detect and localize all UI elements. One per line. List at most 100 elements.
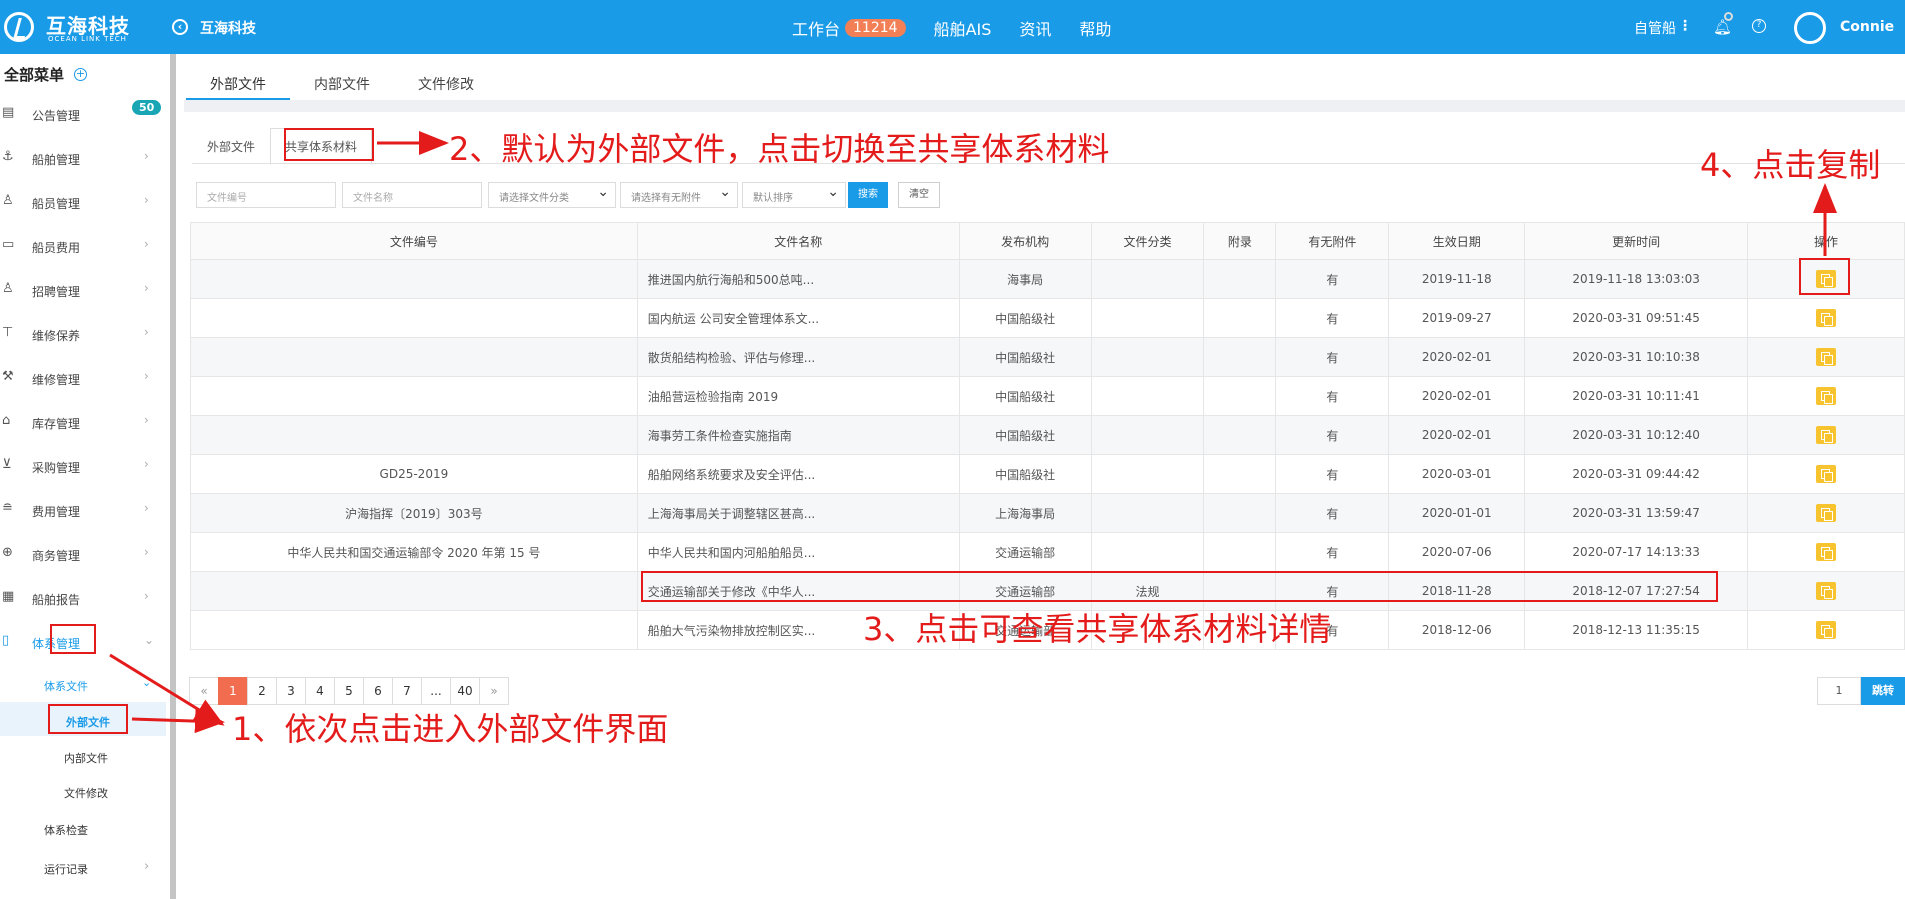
sidebar-sub-system-files[interactable]: 体系文件 (44, 678, 88, 694)
sidebar-sub-check[interactable]: 体系检查 (44, 822, 88, 838)
ship-scope-select[interactable]: 自管船 (1634, 18, 1676, 38)
anchor-icon: ⚓︎ (2, 149, 14, 164)
more-dots-icon[interactable]: ⋮ (1678, 18, 1692, 34)
sidebar-item-announcement[interactable]: ▤ 公告管理 (0, 102, 160, 126)
file-no-input[interactable]: 文件编号 (196, 182, 336, 208)
nav-workbench[interactable]: 工作台 11214 (792, 16, 906, 40)
user-name[interactable]: Connie (1840, 19, 1894, 35)
page-button[interactable]: 4 (305, 677, 335, 705)
page-jump-input[interactable]: 1 (1817, 677, 1861, 705)
nav-news[interactable]: 资讯 (1019, 16, 1051, 40)
tab-external[interactable]: 外部文件 (186, 64, 290, 100)
sidebar-item-ship[interactable]: ⚓︎ 船舶管理 › (0, 146, 160, 170)
next-page-button[interactable]: » (479, 677, 509, 705)
sidebar-sub-run-record[interactable]: 运行记录 (44, 861, 88, 877)
table-cell (1747, 571, 1905, 611)
tab-revision[interactable]: 文件修改 (394, 64, 498, 100)
table-row[interactable]: 国内航运 公司安全管理体系文... 中国船级社 有 2019-09-27 2020-03… (190, 298, 1905, 338)
sidebar-item-cost[interactable]: ≘ 费用管理 › (0, 498, 160, 522)
sidebar-item-crew-cost[interactable]: ▭ 船员费用 › (0, 234, 160, 258)
add-menu-icon[interactable]: + (74, 68, 87, 81)
search-button[interactable]: 搜索 (848, 182, 888, 208)
file-name-input[interactable]: 文件名称 (342, 182, 482, 208)
page-jump-button[interactable]: 跳转 (1861, 677, 1905, 705)
copy-icon[interactable] (1816, 426, 1837, 444)
sidebar-sub-internal[interactable]: 内部文件 (64, 750, 108, 766)
nav-help[interactable]: 帮助 (1079, 16, 1111, 40)
page-button[interactable]: 40 (450, 677, 480, 705)
file-name-cell[interactable]: 船舶网络系统要求及安全评估... (636, 454, 960, 494)
sidebar-item-report[interactable]: ▦ 船舶报告 › (0, 586, 160, 610)
page-button[interactable]: 2 (247, 677, 277, 705)
sidebar-scrollbar[interactable] (170, 54, 176, 899)
table-row[interactable]: 中华人民共和国交通运输部令 2020 年第 15 号中华人民共和国内河船舶船员.… (190, 532, 1905, 572)
copy-icon[interactable] (1816, 543, 1837, 561)
sidebar-sub-revision[interactable]: 文件修改 (64, 785, 108, 801)
sidebar-item-purchase[interactable]: ⊻ 采购管理 › (0, 454, 160, 478)
table-row[interactable]: 散货船结构检验、评估与修理... 中国船级社 有 2020-02-01 2020-03-… (190, 337, 1905, 377)
copy-icon[interactable] (1816, 582, 1837, 600)
file-name-cell[interactable]: 国内航运 公司安全管理体系文... (636, 298, 960, 338)
table-row[interactable]: GD25-2019 船舶网络系统要求及安全评估... 中国船级社 有 2020-03-0… (190, 454, 1905, 494)
file-name-cell[interactable]: 推进国内航行海船和500总吨... (636, 259, 960, 299)
table-cell: 2020-03-31 09:51:45 (1524, 298, 1749, 338)
sidebar-item-maintenance[interactable]: ⊤ 维修保养 › (0, 322, 160, 346)
file-name-cell[interactable]: 中华人民共和国内河船舶船员... (636, 532, 960, 572)
page-button[interactable]: 6 (363, 677, 393, 705)
attachment-select[interactable]: 请选择有无附件 (620, 182, 738, 208)
sidebar-item-label: 船员管理 (32, 197, 81, 211)
tool-icon: ⊤ (2, 325, 14, 340)
table-row[interactable]: 油船营运检验指南 2019 中国船级社 有 2020-02-01 2020-03-31 … (190, 376, 1905, 416)
sidebar-item-business[interactable]: ⊕ 商务管理 › (0, 542, 160, 566)
page-button[interactable]: 7 (392, 677, 422, 705)
page-button[interactable]: 3 (276, 677, 306, 705)
highlight-external-sub (48, 704, 128, 734)
copy-icon[interactable] (1816, 309, 1837, 327)
page-button[interactable]: 1 (218, 677, 248, 705)
warehouse-icon: ⌂ (2, 413, 11, 428)
notification-dot-icon (1724, 12, 1733, 21)
sort-select[interactable]: 默认排序 (742, 182, 846, 208)
file-name-cell[interactable]: 海事劳工条件检查实施指南 (636, 415, 960, 455)
copy-icon[interactable] (1816, 348, 1837, 366)
table-row[interactable]: 沪海指挥〔2019〕303号 上海海事局关于调整辖区甚高... 上海海事局有 2020… (190, 493, 1905, 533)
table-cell: 有 (1275, 337, 1390, 377)
highlight-copy-button (1799, 258, 1850, 295)
logo[interactable]: 互海科技 OCEAN LINK TECH (4, 8, 144, 46)
table-cell (1090, 376, 1205, 416)
inner-tab-external[interactable]: 外部文件 (192, 128, 270, 165)
copy-icon[interactable] (1816, 621, 1837, 639)
back-arrow-icon[interactable]: ‹ (172, 19, 188, 35)
table-cell: 2020-02-01 (1388, 376, 1526, 416)
col-header: 生效日期 (1388, 222, 1526, 260)
sidebar-item-recruit[interactable]: ♙ 招聘管理 › (0, 278, 160, 302)
table-cell (1090, 415, 1205, 455)
copy-icon[interactable] (1816, 465, 1837, 483)
table-cell: 2020-03-31 10:11:41 (1524, 376, 1749, 416)
clear-button[interactable]: 清空 (898, 182, 940, 208)
sidebar-item-label: 招聘管理 (32, 285, 81, 299)
file-name-cell[interactable]: 散货船结构检验、评估与修理... (636, 337, 960, 377)
table-cell (1203, 454, 1277, 494)
copy-icon[interactable] (1816, 387, 1837, 405)
sidebar-item-inventory[interactable]: ⌂ 库存管理 › (0, 410, 160, 434)
sidebar-item-crew[interactable]: ♙ 船员管理 › (0, 190, 160, 214)
sidebar-item-label: 维修管理 (32, 373, 81, 387)
sidebar-item-label: 采购管理 (32, 461, 81, 475)
copy-icon[interactable] (1816, 504, 1837, 522)
table-row[interactable]: 推进国内航行海船和500总吨... 海事局 有 2019-11-18 2019-11-1… (190, 259, 1905, 299)
prev-page-button[interactable]: « (189, 677, 219, 705)
table-cell (1203, 532, 1277, 572)
category-select[interactable]: 请选择文件分类 (488, 182, 616, 208)
file-name-cell[interactable]: 上海海事局关于调整辖区甚高... (636, 493, 960, 533)
table-row[interactable]: 海事劳工条件检查实施指南 中国船级社 有 2020-02-01 2020-03-31 1… (190, 415, 1905, 455)
sidebar-item-repair[interactable]: ⚒︎ 维修管理 › (0, 366, 160, 390)
help-icon[interactable]: ? (1752, 19, 1766, 33)
page-button[interactable]: 5 (334, 677, 364, 705)
table-cell: 上海海事局 (958, 493, 1092, 533)
tab-internal[interactable]: 内部文件 (290, 64, 394, 100)
table-cell: 2020-03-31 10:10:38 (1524, 337, 1749, 377)
avatar[interactable] (1794, 12, 1826, 44)
nav-ais[interactable]: 船舶AIS (934, 16, 992, 40)
file-name-cell[interactable]: 油船营运检验指南 2019 (636, 376, 960, 416)
